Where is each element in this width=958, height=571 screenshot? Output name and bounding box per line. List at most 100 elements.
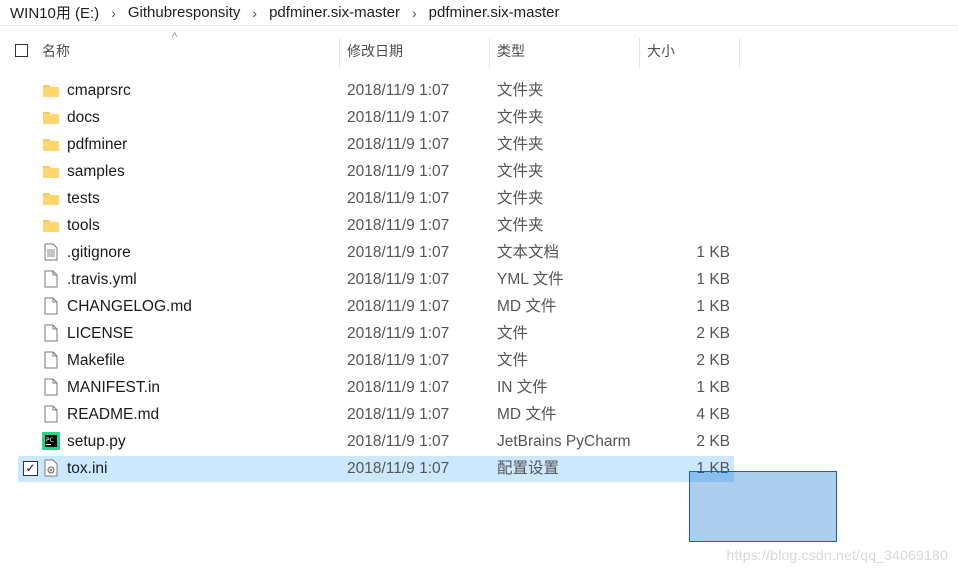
file-row[interactable]: CHANGELOG.md 2018/11/9 1:07 MD 文件 1 KB: [0, 293, 958, 320]
file-size: 2 KB: [696, 325, 730, 342]
file-type: 文件夹: [497, 163, 544, 180]
file-type: 文件夹: [497, 136, 544, 153]
file-icon: [42, 297, 60, 315]
chevron-right-icon[interactable]: ›: [103, 5, 124, 21]
file-name: README.md: [67, 406, 160, 423]
breadcrumb-item[interactable]: WIN10用 (E:): [6, 2, 103, 23]
file-row[interactable]: docs 2018/11/9 1:07 文件夹: [0, 104, 958, 131]
file-name: Makefile: [67, 352, 125, 369]
breadcrumb: WIN10用 (E:) › Githubresponsity › pdfmine…: [0, 0, 958, 26]
folder-icon: [42, 108, 60, 126]
file-size: 1 KB: [696, 244, 730, 261]
column-divider[interactable]: [639, 38, 640, 68]
folder-icon: [42, 81, 60, 99]
chevron-right-icon[interactable]: ›: [404, 5, 425, 21]
file-date: 2018/11/9 1:07: [347, 325, 450, 342]
file-row[interactable]: tests 2018/11/9 1:07 文件夹: [0, 185, 958, 212]
file-size: 1 KB: [696, 271, 730, 288]
file-row[interactable]: .gitignore 2018/11/9 1:07 文本文档 1 KB: [0, 239, 958, 266]
file-name: LICENSE: [67, 325, 134, 342]
column-header: ^ 名称 修改日期 类型 大小: [0, 31, 958, 70]
file-name: tests: [67, 190, 100, 207]
column-divider[interactable]: [739, 38, 740, 68]
file-name: pdfminer: [67, 136, 128, 153]
file-icon: [42, 324, 60, 342]
file-date: 2018/11/9 1:07: [347, 460, 450, 477]
file-row[interactable]: PC setup.py 2018/11/9 1:07 JetBrains PyChar…: [0, 428, 958, 455]
file-date: 2018/11/9 1:07: [347, 271, 450, 288]
file-size: 2 KB: [696, 433, 730, 450]
file-size: 4 KB: [696, 406, 730, 423]
file-row[interactable]: README.md 2018/11/9 1:07 MD 文件 4 KB: [0, 401, 958, 428]
breadcrumb-item[interactable]: pdfminer.six-master: [425, 4, 564, 21]
row-checkbox[interactable]: ✓: [23, 461, 38, 476]
selection-rectangle: [689, 471, 837, 542]
folder-icon: [42, 162, 60, 180]
file-name: docs: [67, 109, 100, 126]
file-row[interactable]: Makefile 2018/11/9 1:07 文件 2 KB: [0, 347, 958, 374]
file-name: setup.py: [67, 433, 126, 450]
column-type[interactable]: 类型: [497, 34, 525, 68]
file-name: tools: [67, 217, 100, 234]
file-type: JetBrains PyCharm: [497, 433, 631, 450]
column-name[interactable]: 名称: [42, 34, 70, 68]
file-icon: [42, 351, 60, 369]
file-icon: [42, 270, 60, 288]
file-date: 2018/11/9 1:07: [347, 190, 450, 207]
file-list: cmaprsrc 2018/11/9 1:07 文件夹 docs 2018/11/9 1…: [0, 77, 958, 482]
file-row[interactable]: cmaprsrc 2018/11/9 1:07 文件夹: [0, 77, 958, 104]
sort-ascending-icon: ^: [172, 31, 178, 43]
breadcrumb-item[interactable]: Githubresponsity: [124, 4, 245, 21]
column-size[interactable]: 大小: [647, 34, 675, 68]
file-date: 2018/11/9 1:07: [347, 136, 450, 153]
file-type: 配置设置: [497, 460, 560, 477]
file-size: 2 KB: [696, 352, 730, 369]
column-divider[interactable]: [339, 38, 340, 68]
file-size: 1 KB: [696, 298, 730, 315]
text-file-icon: [42, 243, 60, 261]
folder-icon: [42, 189, 60, 207]
file-name: CHANGELOG.md: [67, 298, 192, 315]
file-date: 2018/11/9 1:07: [347, 406, 450, 423]
column-divider[interactable]: [489, 38, 490, 68]
svg-text:PC: PC: [46, 437, 54, 444]
file-type: MD 文件: [497, 406, 557, 423]
file-type: 文件: [497, 325, 529, 342]
file-date: 2018/11/9 1:07: [347, 433, 450, 450]
file-date: 2018/11/9 1:07: [347, 109, 450, 126]
file-type: IN 文件: [497, 379, 548, 396]
chevron-right-icon[interactable]: ›: [244, 5, 265, 21]
file-row[interactable]: pdfminer 2018/11/9 1:07 文件夹: [0, 131, 958, 158]
file-name: .travis.yml: [67, 271, 137, 288]
pycharm-icon: PC: [42, 432, 60, 450]
settings-file-icon: [42, 459, 60, 477]
file-date: 2018/11/9 1:07: [347, 352, 450, 369]
file-type: 文件夹: [497, 109, 544, 126]
watermark: https://blog.csdn.net/qq_34069180: [726, 547, 948, 563]
file-type: 文件夹: [497, 217, 544, 234]
file-date: 2018/11/9 1:07: [347, 82, 450, 99]
file-date: 2018/11/9 1:07: [347, 298, 450, 315]
file-type: 文件夹: [497, 190, 544, 207]
file-type: 文件: [497, 352, 529, 369]
file-row[interactable]: LICENSE 2018/11/9 1:07 文件 2 KB: [0, 320, 958, 347]
file-date: 2018/11/9 1:07: [347, 163, 450, 180]
file-row[interactable]: MANIFEST.in 2018/11/9 1:07 IN 文件 1 KB: [0, 374, 958, 401]
file-icon: [42, 378, 60, 396]
file-row[interactable]: tools 2018/11/9 1:07 文件夹: [0, 212, 958, 239]
file-type: YML 文件: [497, 271, 564, 288]
breadcrumb-item[interactable]: pdfminer.six-master: [265, 4, 404, 21]
column-date[interactable]: 修改日期: [347, 34, 403, 68]
file-name: MANIFEST.in: [67, 379, 161, 396]
file-date: 2018/11/9 1:07: [347, 244, 450, 261]
file-row[interactable]: .travis.yml 2018/11/9 1:07 YML 文件 1 KB: [0, 266, 958, 293]
file-size: 1 KB: [696, 379, 730, 396]
file-name: .gitignore: [67, 244, 131, 261]
folder-icon: [42, 135, 60, 153]
select-all-checkbox[interactable]: [15, 44, 28, 57]
file-name: samples: [67, 163, 125, 180]
file-date: 2018/11/9 1:07: [347, 217, 450, 234]
file-name: cmaprsrc: [67, 82, 131, 99]
file-name: tox.ini: [67, 460, 108, 477]
file-row[interactable]: samples 2018/11/9 1:07 文件夹: [0, 158, 958, 185]
